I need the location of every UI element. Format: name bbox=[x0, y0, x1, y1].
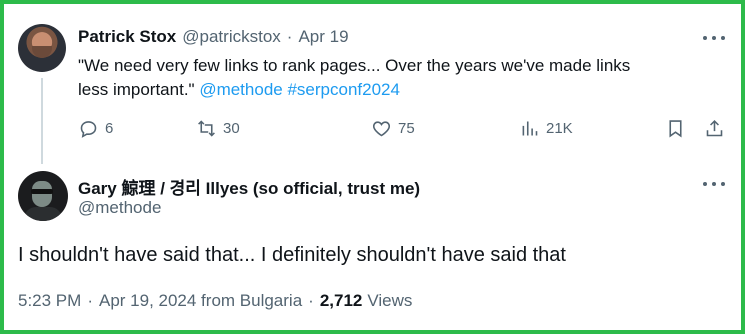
bookmark-button[interactable] bbox=[665, 118, 686, 139]
repost-icon bbox=[198, 120, 215, 137]
tweet2-views-label: Views bbox=[367, 291, 413, 310]
avatar-gary-illyes[interactable] bbox=[18, 171, 68, 221]
tweet2-author-name[interactable]: Gary 鯨理 / 경리 Illyes (so official, trust … bbox=[78, 174, 420, 199]
reply-button[interactable]: 6 bbox=[78, 118, 113, 139]
tweet2-time[interactable]: 5:23 PM bbox=[18, 291, 81, 311]
more-icon[interactable] bbox=[703, 179, 725, 189]
tweet1-separator: · bbox=[286, 27, 293, 46]
tweet1-author-name[interactable]: Patrick Stox bbox=[78, 27, 176, 47]
tweet1-text-line1: "We need very few links to rank pages...… bbox=[78, 56, 631, 75]
tweet1-mention-link[interactable]: @methode bbox=[199, 80, 282, 99]
tweet1-header: Patrick Stox @patrickstox · Apr 19 bbox=[78, 27, 349, 47]
tweet-card-frame bbox=[0, 0, 745, 334]
tweet2-text: I shouldn't have said that... I definite… bbox=[18, 244, 566, 266]
repost-count: 30 bbox=[223, 120, 240, 137]
like-icon bbox=[373, 121, 390, 137]
like-count: 75 bbox=[398, 120, 415, 137]
tweet2-separator: · bbox=[87, 291, 93, 310]
share-button[interactable] bbox=[704, 118, 725, 139]
tweet1-action-bar: 6 30 75 21K bbox=[78, 118, 728, 142]
thread-connector-line bbox=[41, 78, 43, 164]
avatar-patrick-stox[interactable] bbox=[18, 24, 66, 72]
tweet2-views-count: 2,712 bbox=[319, 291, 363, 310]
tweet2-separator-2: · bbox=[308, 291, 314, 310]
reply-icon bbox=[80, 121, 97, 138]
tweet1-text-line2: less important." bbox=[78, 80, 195, 99]
tweet1-hashtag-link[interactable]: #serpconf2024 bbox=[287, 80, 399, 99]
bookmark-icon bbox=[669, 120, 682, 138]
tweet1-text: "We need very few links to rank pages...… bbox=[78, 54, 718, 102]
views-button[interactable]: 21K bbox=[519, 118, 573, 139]
tweet1-date[interactable]: Apr 19 bbox=[298, 27, 348, 47]
tweet2-meta: 5:23 PM · Apr 19, 2024 from Bulgaria · 2… bbox=[18, 291, 412, 311]
reply-count: 6 bbox=[105, 120, 114, 137]
tweet2-date[interactable]: Apr 19, 2024 from Bulgaria bbox=[99, 291, 302, 311]
tweet2-handle[interactable]: @methode bbox=[78, 198, 161, 218]
more-icon[interactable] bbox=[703, 33, 725, 43]
repost-button[interactable]: 30 bbox=[196, 118, 240, 139]
like-button[interactable]: 75 bbox=[371, 118, 415, 139]
share-icon bbox=[706, 119, 723, 137]
views-icon bbox=[522, 121, 538, 136]
views-count: 21K bbox=[546, 120, 573, 137]
tweet1-handle[interactable]: @patrickstox bbox=[182, 27, 281, 47]
